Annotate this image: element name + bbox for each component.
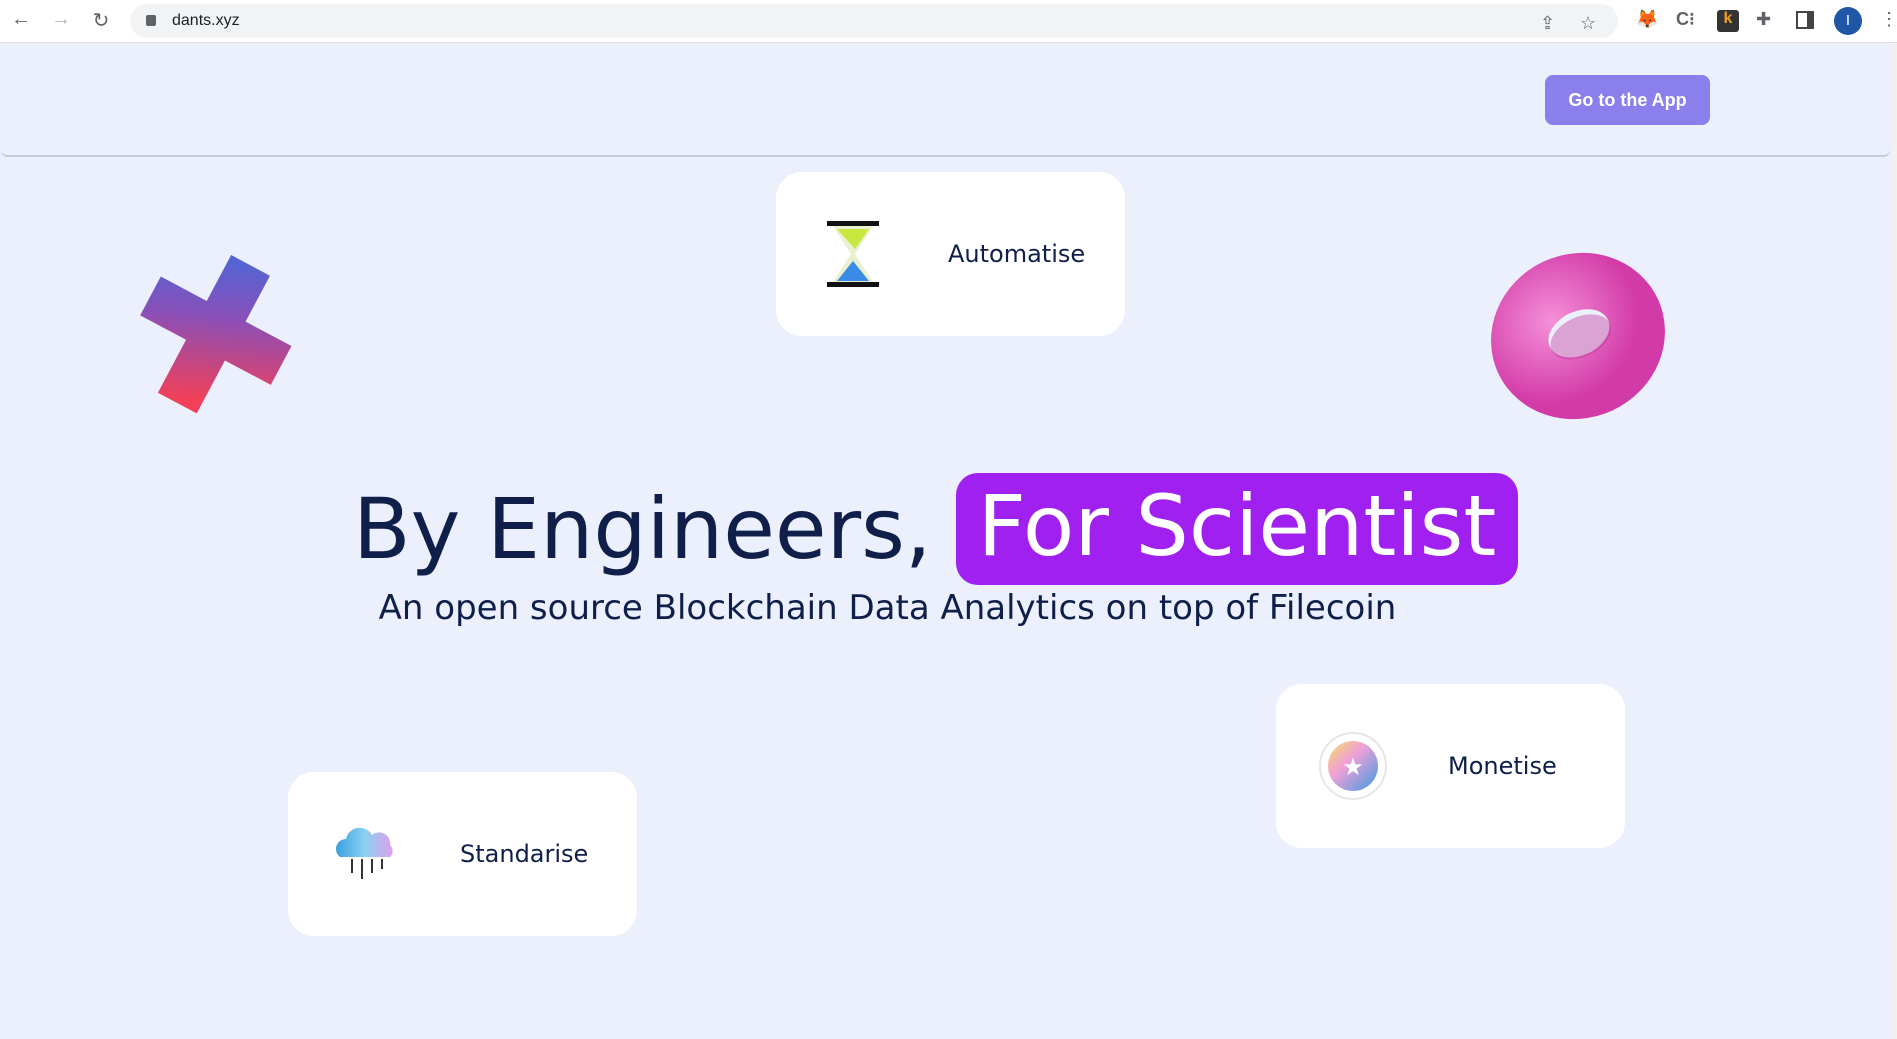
hero-title: By Engineers, For Scientist bbox=[353, 473, 1519, 585]
feature-card-monetise: ★ Monetise bbox=[1276, 684, 1625, 848]
hero-title-highlight: For Scientist bbox=[955, 473, 1519, 585]
hero-subtitle: An open source Blockchain Data Analytics… bbox=[378, 588, 1397, 628]
extension-c-icon[interactable]: C⁝ bbox=[1676, 9, 1695, 30]
card-label: Standarise bbox=[460, 840, 589, 868]
feature-card-standarise: Standarise bbox=[288, 772, 637, 936]
lock-icon bbox=[146, 15, 156, 26]
site-header: Go to the App bbox=[0, 43, 1891, 157]
hourglass-icon bbox=[818, 219, 888, 289]
hero-title-text: By Engineers, bbox=[353, 480, 932, 578]
url-text: dants.xyz bbox=[172, 12, 240, 29]
scrollbar[interactable] bbox=[1891, 43, 1897, 1039]
3d-torus-shape-icon bbox=[1491, 252, 1665, 420]
profile-avatar[interactable]: I bbox=[1834, 7, 1862, 35]
card-label: Automatise bbox=[948, 240, 1086, 268]
menu-kebab-icon[interactable]: ⋮ bbox=[1880, 9, 1897, 30]
forward-icon[interactable]: → bbox=[48, 8, 74, 31]
metamask-extension-icon[interactable]: 🦊 bbox=[1636, 9, 1658, 30]
feature-card-automatise: Automatise bbox=[776, 172, 1125, 336]
star-coin-icon: ★ bbox=[1318, 731, 1388, 801]
back-icon[interactable]: ← bbox=[8, 8, 34, 31]
share-icon[interactable]: ⇪ bbox=[1540, 13, 1555, 34]
cloud-icon bbox=[330, 819, 400, 889]
3d-plus-shape-icon bbox=[140, 255, 292, 414]
landing-page: Go to the App Automatise ★ Monetise Stan… bbox=[0, 43, 1891, 1039]
browser-toolbar: ← → ↻ dants.xyz ⇪ ☆ 🦊 C⁝ k ✚ I ⋮ bbox=[0, 0, 1897, 43]
go-to-app-button[interactable]: Go to the App bbox=[1545, 75, 1710, 125]
side-panel-icon[interactable] bbox=[1796, 11, 1814, 29]
svg-text:★: ★ bbox=[1342, 754, 1364, 781]
extension-k-icon[interactable]: k bbox=[1717, 10, 1739, 32]
card-label: Monetise bbox=[1448, 752, 1557, 780]
bookmark-star-icon[interactable]: ☆ bbox=[1580, 13, 1596, 34]
extensions-puzzle-icon[interactable]: ✚ bbox=[1756, 9, 1771, 30]
reload-icon[interactable]: ↻ bbox=[88, 8, 114, 33]
address-bar[interactable]: dants.xyz ⇪ ☆ bbox=[130, 4, 1618, 38]
